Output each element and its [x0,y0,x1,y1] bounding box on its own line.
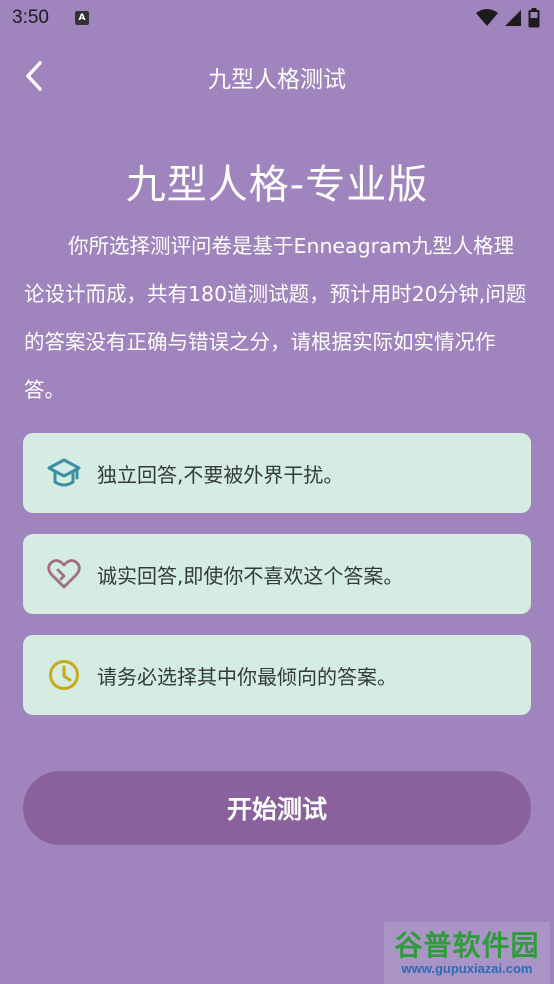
tip-card-honest: 诚实回答,即使你不喜欢这个答案。 [23,534,531,614]
intro-text: 你所选择测评问卷是基于Enneagram九型人格理论设计而成，共有180道测试题… [24,234,527,402]
clock-icon [47,658,81,692]
tip-card-choose: 请务必选择其中你最倾向的答案。 [23,635,531,715]
watermark-logo: 谷普软件园 www.gupuxiazai.com [384,922,550,984]
heart-icon [47,557,81,591]
status-time: 3:50 [12,7,49,28]
tip-text: 请务必选择其中你最倾向的答案。 [97,664,397,689]
status-bar: 3:50 A [0,0,554,36]
page-title: 九型人格-专业版 [125,162,429,208]
tip-text: 独立回答,不要被外界干扰。 [97,462,344,487]
nav-title: 九型人格测试 [208,67,346,93]
tip-card-independent: 独立回答,不要被外界干扰。 [23,433,531,513]
status-indicators [476,8,540,28]
graduation-cap-icon [47,456,81,490]
start-test-button[interactable]: 开始测试 [23,771,531,845]
wifi-icon [476,9,498,26]
app-notification-icon: A [74,11,89,25]
watermark-title: 谷普软件园 [394,929,540,962]
battery-icon [528,8,540,28]
nav-bar: 九型人格测试 [0,48,554,104]
watermark-url: www.gupuxiazai.com [401,961,533,976]
tip-text: 诚实回答,即使你不喜欢这个答案。 [97,563,404,588]
signal-icon [505,10,521,26]
